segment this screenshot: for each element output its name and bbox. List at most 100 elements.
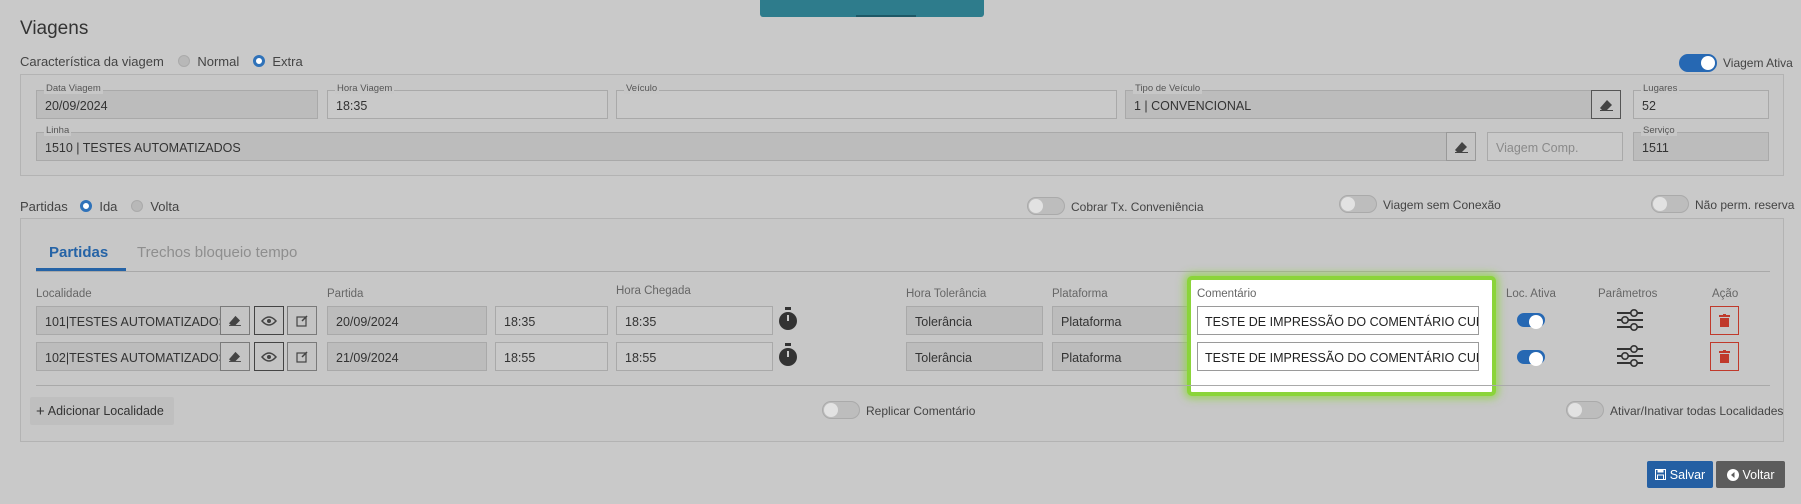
row2-tolerancia[interactable]: Tolerância bbox=[906, 342, 1043, 371]
row1-comentario-input[interactable]: TESTE DE IMPRESSÃO DO COMENTÁRIO CUPOM bbox=[1197, 306, 1479, 335]
eraser-icon bbox=[1599, 99, 1613, 111]
row2-data[interactable]: 21/09/2024 bbox=[327, 342, 487, 371]
row1-hora[interactable]: 18:35 bbox=[495, 306, 608, 335]
servico-field[interactable]: 1511 bbox=[1633, 132, 1769, 161]
veiculo-label: Veículo bbox=[624, 83, 660, 94]
col-plataforma: Plataforma bbox=[1052, 288, 1108, 300]
hora-viagem-field[interactable]: 18:35 bbox=[327, 90, 608, 119]
viagem-ativa-toggle[interactable] bbox=[1679, 54, 1717, 72]
viagem-comp-field[interactable]: Viagem Comp. bbox=[1487, 132, 1623, 161]
linha-clear-button[interactable] bbox=[1446, 132, 1476, 161]
row2-clear-button[interactable] bbox=[220, 342, 250, 371]
radio-volta[interactable]: Volta bbox=[131, 199, 179, 214]
edit-icon bbox=[295, 351, 308, 363]
radio-ida-circle bbox=[80, 200, 92, 212]
eraser-icon bbox=[229, 315, 241, 326]
radio-normal-label: Normal bbox=[197, 54, 240, 69]
linha-label: Linha bbox=[44, 125, 72, 136]
row2-ativa-toggle[interactable] bbox=[1517, 350, 1545, 366]
page-title: Viagens bbox=[20, 18, 89, 39]
save-icon bbox=[1654, 469, 1666, 480]
radio-volta-circle bbox=[131, 200, 143, 212]
row1-data[interactable]: 20/09/2024 bbox=[327, 306, 487, 335]
col-comentario: Comentário bbox=[1197, 288, 1257, 300]
col-parametros: Parâmetros bbox=[1598, 288, 1658, 300]
edit-icon bbox=[295, 315, 308, 327]
row1-edit-button[interactable] bbox=[287, 306, 317, 335]
col-hora-tolerancia: Hora Tolerância bbox=[906, 288, 987, 300]
voltar-button[interactable]: Voltar bbox=[1716, 461, 1785, 488]
nao-perm-label: Não perm. reserva bbox=[1695, 198, 1795, 212]
nao-perm-toggle[interactable] bbox=[1651, 195, 1689, 213]
radio-ida[interactable]: Ida bbox=[80, 199, 117, 214]
row2-sliders-icon[interactable] bbox=[1617, 344, 1643, 370]
row1-plataforma[interactable]: Plataforma bbox=[1052, 306, 1189, 335]
row1-clear-button[interactable] bbox=[220, 306, 250, 335]
footer-divider bbox=[36, 385, 1770, 386]
data-viagem-label: Data Viagem bbox=[44, 83, 103, 94]
col-localidade: Localidade bbox=[36, 288, 92, 300]
tab-trechos[interactable]: Trechos bloqueio tempo bbox=[137, 244, 297, 261]
col-acao: Ação bbox=[1712, 288, 1739, 300]
cobrar-label: Cobrar Tx. Conveniência bbox=[1071, 200, 1204, 214]
lugares-field[interactable]: 52 bbox=[1633, 90, 1769, 119]
row2-edit-button[interactable] bbox=[287, 342, 317, 371]
col-loc-ativa: Loc. Ativa bbox=[1506, 288, 1556, 300]
row2-localidade[interactable]: 102|TESTES AUTOMATIZADOS bbox=[36, 342, 221, 371]
veiculo-field[interactable] bbox=[616, 90, 1117, 119]
lugares-label: Lugares bbox=[1641, 83, 1680, 94]
row1-stopwatch-icon[interactable] bbox=[778, 307, 798, 334]
tabs-divider bbox=[36, 271, 1770, 272]
eye-icon bbox=[261, 351, 277, 362]
voltar-label: Voltar bbox=[1742, 467, 1775, 482]
radio-extra-circle bbox=[253, 55, 265, 67]
partidas-label: Partidas bbox=[20, 199, 68, 214]
row1-localidade[interactable]: 101|TESTES AUTOMATIZADOS bbox=[36, 306, 221, 335]
row2-plataforma[interactable]: Plataforma bbox=[1052, 342, 1189, 371]
replicar-toggle[interactable] bbox=[822, 401, 860, 419]
row2-comentario-input[interactable]: TESTE DE IMPRESSÃO DO COMENTÁRIO CUPOM bbox=[1197, 342, 1479, 371]
radio-extra[interactable]: Extra bbox=[253, 54, 303, 69]
top-nav-tab-indicator bbox=[856, 15, 916, 17]
tipo-veiculo-label: Tipo de Veículo bbox=[1133, 83, 1203, 94]
row1-chegada[interactable]: 18:35 bbox=[616, 306, 773, 335]
tipo-veiculo-clear-button[interactable] bbox=[1591, 90, 1621, 119]
salvar-label: Salvar bbox=[1669, 467, 1706, 482]
tipo-veiculo-field[interactable]: 1 | CONVENCIONAL bbox=[1125, 90, 1592, 119]
add-localidade-button[interactable]: + Adicionar Localidade bbox=[30, 397, 174, 425]
top-nav-tab[interactable] bbox=[760, 0, 984, 17]
arrow-left-icon bbox=[1726, 468, 1739, 481]
eye-icon bbox=[261, 315, 277, 326]
linha-field[interactable]: 1510 | TESTES AUTOMATIZADOS bbox=[36, 132, 1447, 161]
row1-view-button[interactable] bbox=[254, 306, 284, 335]
caracteristica-label: Característica da viagem bbox=[20, 54, 164, 69]
tab-partidas[interactable]: Partidas bbox=[49, 244, 108, 261]
radio-normal[interactable]: Normal bbox=[178, 54, 239, 69]
trash-icon bbox=[1719, 314, 1730, 327]
row1-sliders-icon[interactable] bbox=[1617, 308, 1643, 334]
salvar-button[interactable]: Salvar bbox=[1647, 461, 1713, 488]
row1-delete-button[interactable] bbox=[1710, 306, 1739, 335]
eraser-icon bbox=[1454, 141, 1468, 153]
data-viagem-field[interactable]: 20/09/2024 bbox=[36, 90, 318, 119]
sem-conexao-toggle[interactable] bbox=[1339, 195, 1377, 213]
row1-ativa-toggle[interactable] bbox=[1517, 313, 1545, 329]
plus-icon: + bbox=[36, 402, 45, 420]
ativar-todas-label: Ativar/Inativar todas Localidades bbox=[1610, 404, 1784, 418]
viagem-ativa-label: Viagem Ativa bbox=[1723, 56, 1793, 70]
row2-stopwatch-icon[interactable] bbox=[778, 343, 798, 370]
row1-tolerancia[interactable]: Tolerância bbox=[906, 306, 1043, 335]
radio-ida-label: Ida bbox=[99, 199, 118, 214]
row2-delete-button[interactable] bbox=[1710, 342, 1739, 371]
row2-view-button[interactable] bbox=[254, 342, 284, 371]
sem-conexao-label: Viagem sem Conexão bbox=[1383, 198, 1501, 212]
cobrar-toggle[interactable] bbox=[1027, 197, 1065, 215]
row2-chegada[interactable]: 18:55 bbox=[616, 342, 773, 371]
radio-volta-label: Volta bbox=[150, 199, 180, 214]
hora-viagem-label: Hora Viagem bbox=[335, 83, 395, 94]
ativar-todas-toggle[interactable] bbox=[1566, 401, 1604, 419]
radio-normal-circle bbox=[178, 55, 190, 67]
eraser-icon bbox=[229, 351, 241, 362]
row2-hora[interactable]: 18:55 bbox=[495, 342, 608, 371]
trash-icon bbox=[1719, 350, 1730, 363]
